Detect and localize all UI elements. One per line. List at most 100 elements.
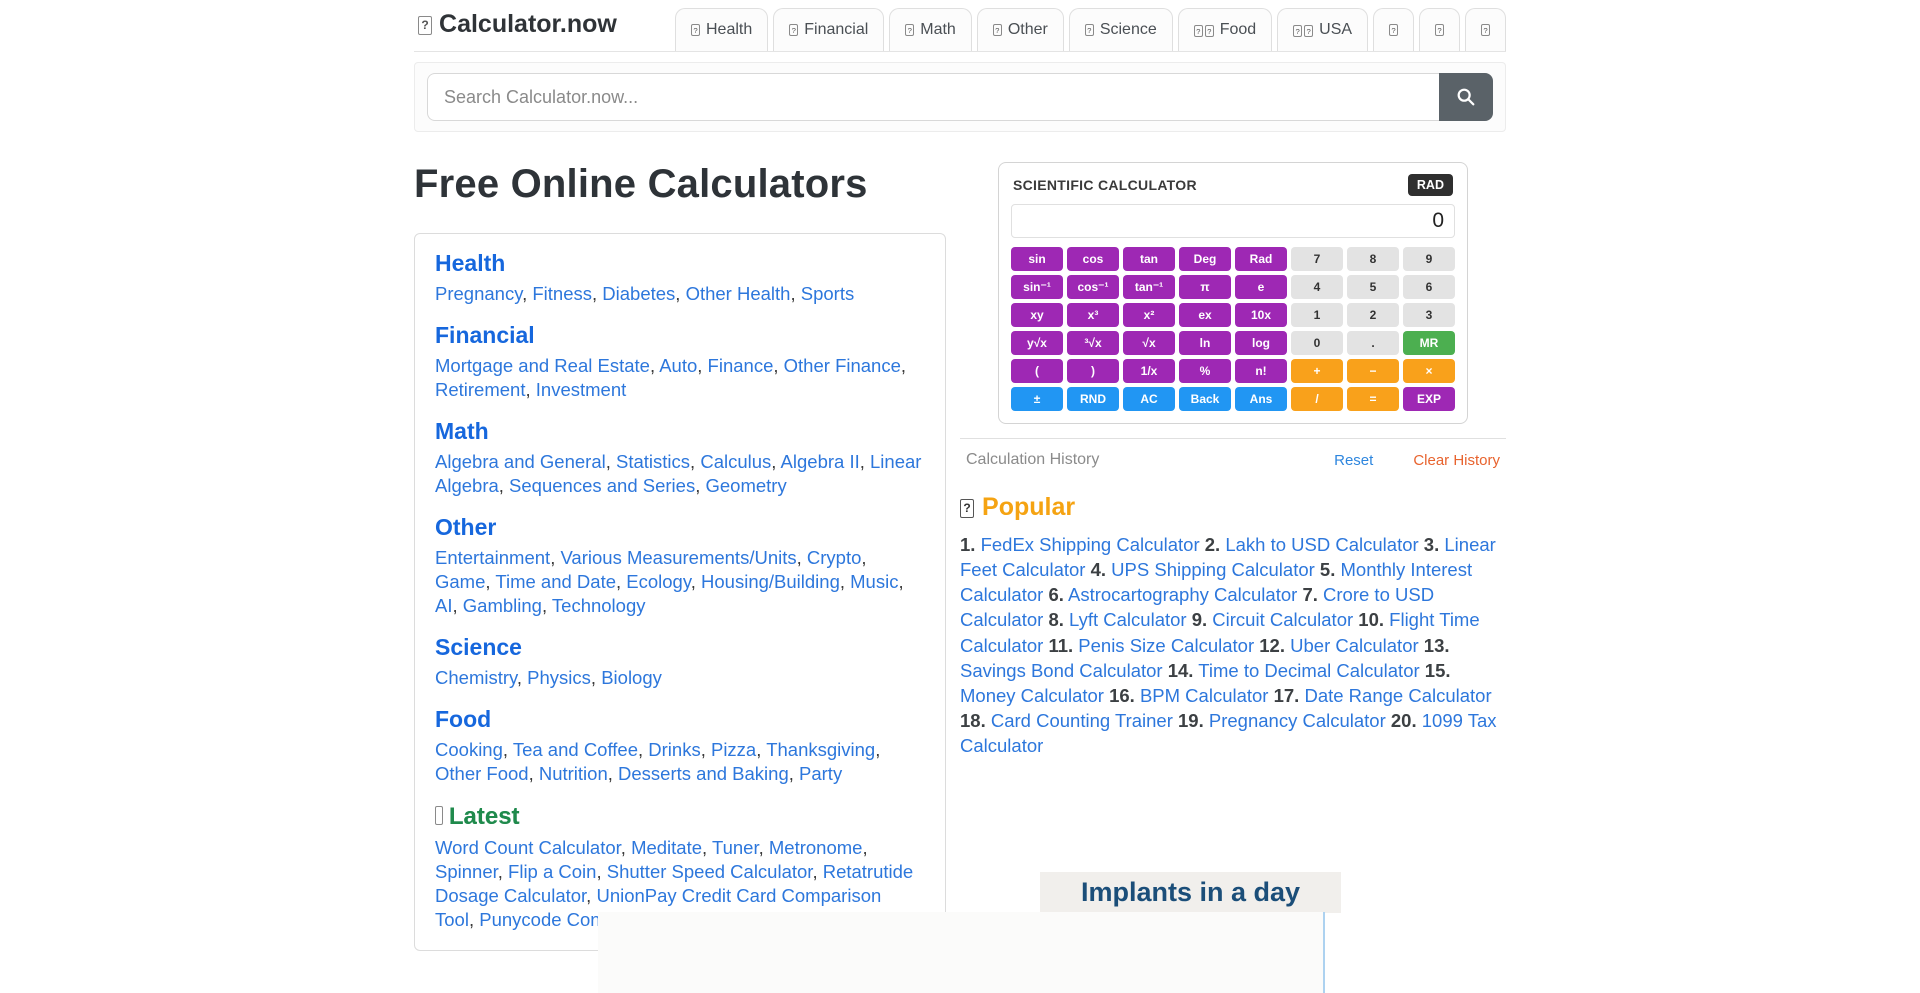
tab-food[interactable]: Food [1177,8,1273,51]
calc-key-EXP[interactable]: EXP [1403,387,1455,411]
popular-item-link[interactable]: Lyft Calculator [1069,609,1187,630]
calc-key-±[interactable]: ± [1011,387,1063,411]
category-link[interactable]: Pizza [711,739,756,760]
category-heading-link[interactable]: Science [435,634,925,661]
calc-key-Rad[interactable]: Rad [1235,247,1287,271]
category-link[interactable]: Diabetes [602,283,675,304]
popular-item-link[interactable]: Lakh to USD Calculator [1225,534,1418,555]
clear-history-link[interactable]: Clear History [1413,452,1500,469]
category-link[interactable]: Chemistry [435,667,517,688]
popular-item-link[interactable]: Time to Decimal Calculator [1198,660,1419,681]
category-heading-link[interactable]: Math [435,418,925,445]
calc-key-π[interactable]: π [1179,275,1231,299]
category-link[interactable]: Cooking [435,739,503,760]
calc-key-×[interactable]: × [1403,359,1455,383]
latest-link[interactable]: Flip a Coin [508,861,596,882]
calc-key-.[interactable]: . [1347,331,1399,355]
category-link[interactable]: Other Food [435,763,529,784]
category-link[interactable]: Calculus [700,451,771,472]
popular-item-link[interactable]: Date Range Calculator [1304,685,1491,706]
latest-link[interactable]: Word Count Calculator [435,837,621,858]
category-link[interactable]: Retirement [435,379,525,400]
calc-key-Ans[interactable]: Ans [1235,387,1287,411]
tab-emoji-2[interactable] [1419,8,1461,51]
category-link[interactable]: Technology [552,595,646,616]
calc-key-e[interactable]: e [1235,275,1287,299]
latest-link[interactable]: Spinner [435,861,498,882]
latest-link[interactable]: Tuner [712,837,759,858]
calc-key-ln[interactable]: ln [1179,331,1231,355]
category-link[interactable]: Entertainment [435,547,550,568]
tab-other[interactable]: Other [976,8,1064,51]
calc-key-xy[interactable]: xy [1011,303,1063,327]
calc-key-5[interactable]: 5 [1347,275,1399,299]
category-link[interactable]: Auto [659,355,697,376]
calc-key-³√x[interactable]: ³√x [1067,331,1119,355]
popular-item-link[interactable]: Card Counting Trainer [991,710,1173,731]
category-link[interactable]: Gambling [463,595,542,616]
category-link[interactable]: Investment [536,379,627,400]
category-link[interactable]: Mortgage and Real Estate [435,355,650,376]
calc-key-log[interactable]: log [1235,331,1287,355]
category-link[interactable]: Tea and Coffee [513,739,638,760]
calc-key-1/x[interactable]: 1/x [1123,359,1175,383]
category-heading-link[interactable]: Financial [435,322,925,349]
rad-mode-badge[interactable]: RAD [1407,174,1453,196]
calc-key-√x[interactable]: √x [1123,331,1175,355]
category-link[interactable]: Sports [801,283,854,304]
category-link[interactable]: Party [799,763,842,784]
calc-key-tan[interactable]: tan [1123,247,1175,271]
calc-key-/[interactable]: / [1291,387,1343,411]
category-link[interactable]: Thanksgiving [766,739,875,760]
calc-key-y√x[interactable]: y√x [1011,331,1063,355]
calc-key-10x[interactable]: 10x [1235,303,1287,327]
calc-key-n![interactable]: n! [1235,359,1287,383]
tab-financial[interactable]: Financial [773,8,885,51]
popular-item-link[interactable]: Circuit Calculator [1212,609,1353,630]
category-link[interactable]: Nutrition [539,763,608,784]
calc-key-Back[interactable]: Back [1179,387,1231,411]
calc-key-7[interactable]: 7 [1291,247,1343,271]
tab-math[interactable]: Math [889,8,972,51]
calc-key-cos[interactable]: cos [1067,247,1119,271]
category-link[interactable]: Pregnancy [435,283,522,304]
category-link[interactable]: Physics [527,667,591,688]
ad-banner-implants[interactable]: Implants in a day [1040,872,1341,913]
tab-health[interactable]: Health [675,8,769,51]
category-link[interactable]: Crypto [807,547,862,568]
category-link[interactable]: Ecology [626,571,690,592]
latest-link[interactable]: Metronome [769,837,863,858]
category-heading-link[interactable]: Health [435,250,925,277]
calc-key-sin⁻¹[interactable]: sin⁻¹ [1011,275,1063,299]
calc-key-([interactable]: ( [1011,359,1063,383]
popular-item-link[interactable]: Astrocartography Calculator [1068,584,1297,605]
latest-link[interactable]: Shutter Speed Calculator [607,861,813,882]
calc-key-tan⁻¹[interactable]: tan⁻¹ [1123,275,1175,299]
calc-key-RND[interactable]: RND [1067,387,1119,411]
latest-link[interactable]: Meditate [631,837,702,858]
calc-key-+[interactable]: + [1291,359,1343,383]
popular-item-link[interactable]: Money Calculator [960,685,1104,706]
category-link[interactable]: AI [435,595,452,616]
popular-item-link[interactable]: Pregnancy Calculator [1209,710,1386,731]
category-heading-link[interactable]: Other [435,514,925,541]
category-link[interactable]: Housing/Building [701,571,840,592]
calc-key-8[interactable]: 8 [1347,247,1399,271]
category-link[interactable]: Algebra II [781,451,860,472]
tab-usa[interactable]: USA [1277,8,1369,51]
category-link[interactable]: Game [435,571,485,592]
popular-item-link[interactable]: Uber Calculator [1290,635,1419,656]
calc-key-Deg[interactable]: Deg [1179,247,1231,271]
category-link[interactable]: Fitness [532,283,592,304]
reset-link[interactable]: Reset [1334,452,1373,469]
calc-key-AC[interactable]: AC [1123,387,1175,411]
calc-key-−[interactable]: − [1347,359,1399,383]
calc-key-cos⁻¹[interactable]: cos⁻¹ [1067,275,1119,299]
popular-item-link[interactable]: UPS Shipping Calculator [1111,559,1315,580]
category-link[interactable]: Sequences and Series [509,475,695,496]
calc-key-sin[interactable]: sin [1011,247,1063,271]
category-link[interactable]: Desserts and Baking [618,763,789,784]
calc-key-x²[interactable]: x² [1123,303,1175,327]
calc-key-2[interactable]: 2 [1347,303,1399,327]
calc-key-%[interactable]: % [1179,359,1231,383]
